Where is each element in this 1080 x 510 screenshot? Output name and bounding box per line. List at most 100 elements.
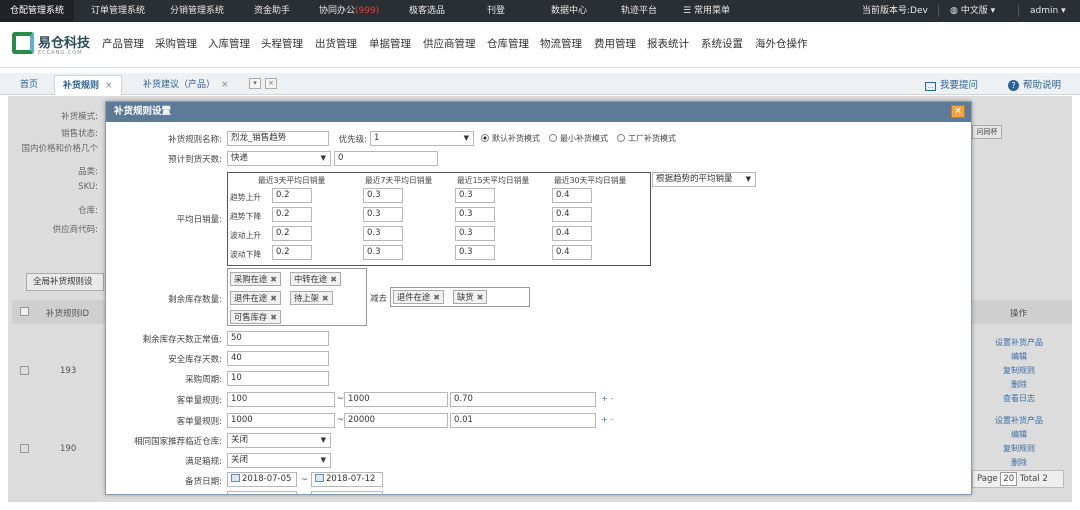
tab-home[interactable]: 首页 xyxy=(20,75,38,95)
op-log[interactable]: 查看日志 xyxy=(989,393,1049,404)
mode-default-radio[interactable]: 默认补货模式 xyxy=(481,133,540,144)
order-rule-to[interactable]: 1000 xyxy=(344,392,448,407)
box-rule-select[interactable]: 关闭 ▼ xyxy=(227,453,331,468)
menu-purchase[interactable]: 采购管理 xyxy=(155,36,197,51)
global-rule-button[interactable]: 全局补货规则设 xyxy=(26,273,104,291)
fluct-down-15d[interactable]: 0.3 xyxy=(455,245,495,260)
menu-fees[interactable]: 费用管理 xyxy=(594,36,636,51)
menu-reports[interactable]: 报表统计 xyxy=(647,36,689,51)
tab-rules[interactable]: 补货规则 × xyxy=(54,75,122,95)
trend-down-7d[interactable]: 0.3 xyxy=(363,207,403,222)
fluct-up-15d[interactable]: 0.3 xyxy=(455,226,495,241)
op-set-products[interactable]: 设置补货产品 xyxy=(989,337,1049,348)
trend-down-15d[interactable]: 0.3 xyxy=(455,207,495,222)
order-rule-from[interactable]: 1000 xyxy=(227,413,335,428)
op-edit[interactable]: 编辑 xyxy=(989,429,1049,440)
menu-firstleg[interactable]: 头程管理 xyxy=(261,36,303,51)
close-icon[interactable]: × xyxy=(105,81,113,91)
minus-tags-box[interactable]: 退件在途 ✖ 缺货 ✖ xyxy=(390,287,530,307)
order-rule-ratio[interactable]: 0.70 xyxy=(450,392,596,407)
next-row-input[interactable] xyxy=(227,491,297,494)
fluct-down-7d[interactable]: 0.3 xyxy=(363,245,403,260)
row-checkbox[interactable] xyxy=(20,366,29,375)
close-icon[interactable]: ✖ xyxy=(433,293,440,302)
system-tab-track[interactable]: 轨迹平台 xyxy=(621,0,657,22)
close-icon[interactable]: × xyxy=(951,105,965,118)
system-tab-finance[interactable]: 资金助手 xyxy=(254,0,290,22)
system-tab-warehouse[interactable]: 仓配管理系统 xyxy=(0,0,75,22)
menu-product[interactable]: 产品管理 xyxy=(102,36,144,51)
trend-down-30d[interactable]: 0.4 xyxy=(552,207,592,222)
rule-name-input[interactable]: 烈龙_销售趋势 xyxy=(227,131,329,146)
close-icon[interactable]: ✖ xyxy=(330,275,337,284)
system-tab-distribution[interactable]: 分销管理系统 xyxy=(170,0,224,22)
shipping-mode-select[interactable]: 快递 ▼ xyxy=(227,151,331,166)
menu-outbound[interactable]: 出货管理 xyxy=(315,36,357,51)
menu-supplier[interactable]: 供应商管理 xyxy=(423,36,476,51)
system-tab-order[interactable]: 订单管理系统 xyxy=(91,0,145,22)
tab-suggest[interactable]: 补货建议（产品） × xyxy=(143,75,229,95)
close-icon[interactable]: ✖ xyxy=(270,313,277,322)
add-remove-rule[interactable]: + - xyxy=(601,415,613,424)
stock-tags-box[interactable]: 采购在途 ✖ 中转在途 ✖ 退件在途 ✖ 待上架 ✖ 可售库存 ✖ xyxy=(227,268,367,326)
op-delete[interactable]: 删除 xyxy=(989,379,1049,390)
menu-documents[interactable]: 单据管理 xyxy=(369,36,411,51)
trend-down-3d[interactable]: 0.2 xyxy=(272,207,312,222)
date-to-input[interactable]: 2018-07-12 xyxy=(311,472,383,487)
close-icon[interactable]: ✖ xyxy=(477,293,484,302)
order-rule-ratio[interactable]: 0.01 xyxy=(450,413,596,428)
trend-up-7d[interactable]: 0.3 xyxy=(363,188,403,203)
menu-inbound[interactable]: 入库管理 xyxy=(208,36,250,51)
menu-warehouse[interactable]: 仓库管理 xyxy=(487,36,529,51)
mode-min-radio[interactable]: 最小补货模式 xyxy=(549,133,608,144)
tab-menu-icon[interactable]: ▾ xyxy=(249,78,261,89)
close-icon[interactable]: × xyxy=(221,80,229,90)
arrival-days-input[interactable]: 0 xyxy=(334,151,438,166)
help-link[interactable]: ? 帮助说明 xyxy=(1008,77,1061,91)
menu-logistics[interactable]: 物流管理 xyxy=(540,36,582,51)
close-icon[interactable]: ✖ xyxy=(322,294,329,303)
purchase-cycle-input[interactable]: 10 xyxy=(227,371,329,386)
system-tab-listing[interactable]: 刊登 xyxy=(487,0,505,22)
order-rule-to[interactable]: 20000 xyxy=(344,413,448,428)
op-copy[interactable]: 复制规则 xyxy=(989,365,1049,376)
safe-days-input[interactable]: 40 xyxy=(227,351,329,366)
op-set-products[interactable]: 设置补货产品 xyxy=(989,415,1049,426)
logo[interactable]: 易仓科技 ECCANG.COM xyxy=(12,30,92,60)
fluct-down-3d[interactable]: 0.2 xyxy=(272,245,312,260)
op-edit[interactable]: 编辑 xyxy=(989,351,1049,362)
fluct-up-30d[interactable]: 0.4 xyxy=(552,226,592,241)
system-tab-selection[interactable]: 极客选品 xyxy=(409,0,445,22)
system-tab-data[interactable]: 数据中心 xyxy=(551,0,587,22)
next-row-input[interactable] xyxy=(311,491,383,494)
fluct-down-30d[interactable]: 0.4 xyxy=(552,245,592,260)
add-remove-rule[interactable]: + - xyxy=(601,394,613,403)
trend-up-15d[interactable]: 0.3 xyxy=(455,188,495,203)
order-rule-from[interactable]: 100 xyxy=(227,392,335,407)
page-size-input[interactable]: 20 xyxy=(1000,472,1018,486)
select-all-checkbox[interactable] xyxy=(20,307,29,316)
fluct-up-3d[interactable]: 0.2 xyxy=(272,226,312,241)
close-icon[interactable]: ✖ xyxy=(270,275,277,284)
common-menu[interactable]: ☰ 常用菜单 xyxy=(683,0,730,22)
menu-overseas[interactable]: 海外仓操作 xyxy=(755,36,808,51)
op-delete[interactable]: 删除 xyxy=(989,457,1049,468)
mode-factory-radio[interactable]: 工厂补货模式 xyxy=(617,133,676,144)
normal-days-input[interactable]: 50 xyxy=(227,331,329,346)
fluct-up-7d[interactable]: 0.3 xyxy=(363,226,403,241)
priority-select[interactable]: 1 ▼ xyxy=(370,131,474,146)
avg-basis-select[interactable]: 根据趋势的平均销量 ▼ xyxy=(652,172,756,187)
row-checkbox[interactable] xyxy=(20,444,29,453)
ask-question-link[interactable]: … 我要提问 xyxy=(925,77,978,91)
same-country-select[interactable]: 关闭 ▼ xyxy=(227,433,331,448)
close-icon[interactable]: ✖ xyxy=(270,294,277,303)
trend-up-30d[interactable]: 0.4 xyxy=(552,188,592,203)
tab-close-all-icon[interactable]: × xyxy=(265,78,277,89)
menu-settings[interactable]: 系统设置 xyxy=(701,36,743,51)
language-switch[interactable]: ◍ 中文版 ▾ xyxy=(950,0,995,22)
date-from-input[interactable]: 2018-07-05 xyxy=(227,472,297,487)
user-menu[interactable]: admin ▾ xyxy=(1030,0,1066,22)
system-tab-office[interactable]: 协同办公(999) xyxy=(319,0,379,22)
trend-up-3d[interactable]: 0.2 xyxy=(272,188,312,203)
op-copy[interactable]: 复制规则 xyxy=(989,443,1049,454)
